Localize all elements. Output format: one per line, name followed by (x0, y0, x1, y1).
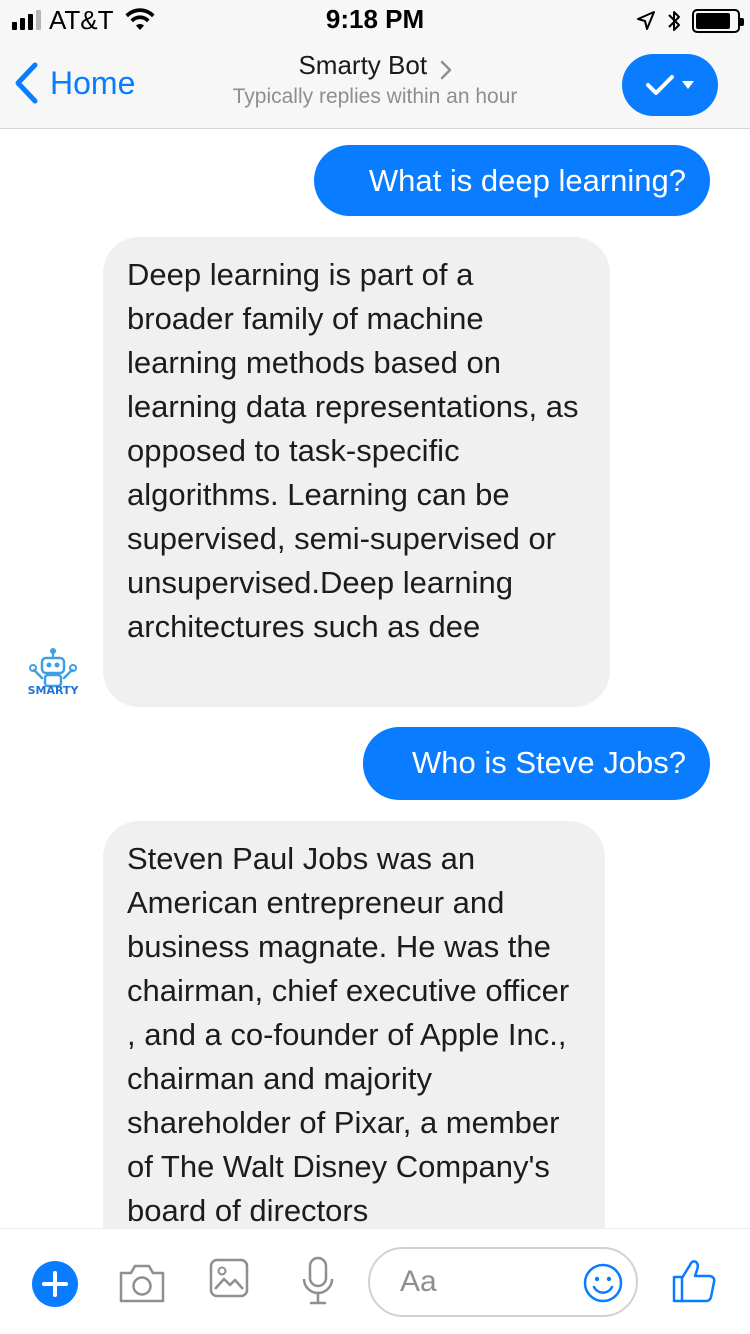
action-dropdown-button[interactable] (622, 54, 718, 116)
incoming-message[interactable]: Deep learning is part of a broader famil… (103, 237, 610, 707)
image-icon (209, 1258, 249, 1298)
messenger-screen: AT&T 9:18 PM Home Smarty Bot Typically r… (0, 0, 750, 1334)
chevron-right-icon (440, 60, 451, 80)
battery-icon (692, 9, 744, 33)
plus-button[interactable] (32, 1261, 78, 1307)
camera-button[interactable] (117, 1261, 167, 1310)
bot-avatar-label: SMARTY (27, 684, 79, 697)
message-input-placeholder: Aa (400, 1265, 437, 1298)
conversation-header: Home Smarty Bot Typically replies within… (0, 40, 750, 129)
checkmark-icon (646, 75, 674, 95)
dropdown-arrow-icon (682, 81, 694, 89)
status-right (636, 8, 744, 34)
incoming-message[interactable]: Steven Paul Jobs was an American entrepr… (103, 821, 605, 1281)
location-icon (637, 11, 655, 30)
outgoing-message[interactable]: What is deep learning? (314, 145, 710, 216)
camera-icon (119, 1264, 165, 1303)
image-button[interactable] (208, 1257, 250, 1304)
microphone-button[interactable] (300, 1255, 336, 1312)
emoji-button[interactable] (582, 1262, 624, 1309)
message-input[interactable]: Aa (368, 1247, 638, 1317)
composer-bar: Aa (0, 1228, 750, 1334)
like-button[interactable] (670, 1257, 718, 1310)
outgoing-message[interactable]: Who is Steve Jobs? (363, 727, 710, 800)
microphone-icon (302, 1256, 334, 1305)
plus-icon (42, 1271, 68, 1297)
status-bar: AT&T 9:18 PM (0, 0, 750, 40)
bluetooth-icon (668, 11, 680, 31)
thumbs-up-icon (672, 1260, 716, 1303)
emoji-icon (583, 1263, 623, 1303)
conversation-title: Smarty Bot (298, 50, 428, 80)
